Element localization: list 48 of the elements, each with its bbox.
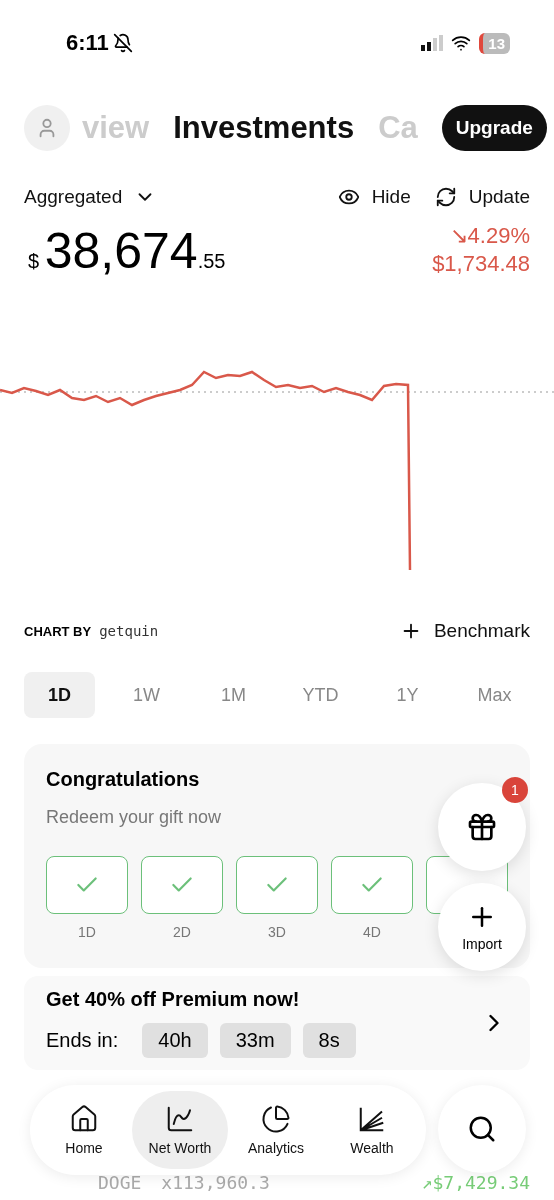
day-label: 2D — [173, 924, 191, 940]
battery-level: 13 — [479, 32, 510, 54]
nav-item[interactable]: Wealth — [324, 1091, 420, 1169]
bell-muted-icon — [112, 33, 133, 53]
ends-label: Ends in: — [46, 1029, 119, 1052]
period-tab[interactable]: 1D — [24, 672, 95, 718]
wifi-icon — [451, 33, 472, 53]
card-subtitle: Redeem your gift now — [46, 807, 222, 828]
ticker: DOGE — [98, 1172, 142, 1193]
chart-credit-label: CHART BY — [24, 623, 92, 639]
pie-chart-icon — [261, 1104, 291, 1134]
card-title: Congratulations — [46, 768, 200, 791]
update-button[interactable]: Update — [434, 186, 530, 208]
upgrade-button[interactable]: Upgrade — [441, 105, 547, 151]
line-chart-icon — [165, 1104, 195, 1134]
day-label: 4D — [363, 924, 381, 940]
portfolio-value: $38,674.55 — [28, 222, 226, 280]
nav-item[interactable]: Analytics — [228, 1091, 324, 1169]
brand-name: getquin — [99, 623, 159, 639]
change-percent: ↘4.29% — [448, 222, 530, 250]
promo-banner[interactable]: Get 40% off Premium now! Ends in: 40h 33m 8s — [24, 976, 530, 1070]
search-icon — [467, 1114, 497, 1144]
gain-amount: ↗$7,429.34 — [421, 1172, 530, 1193]
benchmark-button[interactable]: Benchmark — [399, 620, 530, 642]
refresh-icon — [434, 186, 457, 208]
period-tab[interactable]: 1W — [111, 672, 182, 718]
profile-button[interactable] — [24, 105, 70, 151]
section-tab[interactable]: Investments — [173, 110, 355, 146]
countdown-pill: 40h — [142, 1023, 208, 1058]
day-label: 1D — [78, 924, 96, 940]
gift-icon — [466, 811, 498, 843]
day-label: 3D — [268, 924, 286, 940]
period-tab[interactable]: YTD — [285, 672, 356, 718]
period-tab[interactable]: 1Y — [372, 672, 443, 718]
aggregated-dropdown[interactable]: Aggregated — [24, 186, 157, 208]
home-icon — [69, 1104, 99, 1134]
period-tab[interactable]: 1M — [198, 672, 269, 718]
hide-button[interactable]: Hide — [337, 186, 411, 208]
promo-title: Get 40% off Premium now! — [46, 988, 301, 1011]
countdown-pill: 33m — [219, 1023, 291, 1058]
quantity: x113,960.3 — [161, 1172, 270, 1193]
nav-item[interactable]: Net Worth — [132, 1091, 228, 1169]
change-amount: $1,734.48 — [432, 250, 530, 278]
clock: 6:11 — [66, 30, 109, 56]
countdown-pill: 8s — [302, 1023, 356, 1058]
period-tab[interactable]: Max — [459, 672, 530, 718]
signal-icon — [421, 35, 444, 51]
nav-item[interactable]: Home — [36, 1091, 132, 1169]
